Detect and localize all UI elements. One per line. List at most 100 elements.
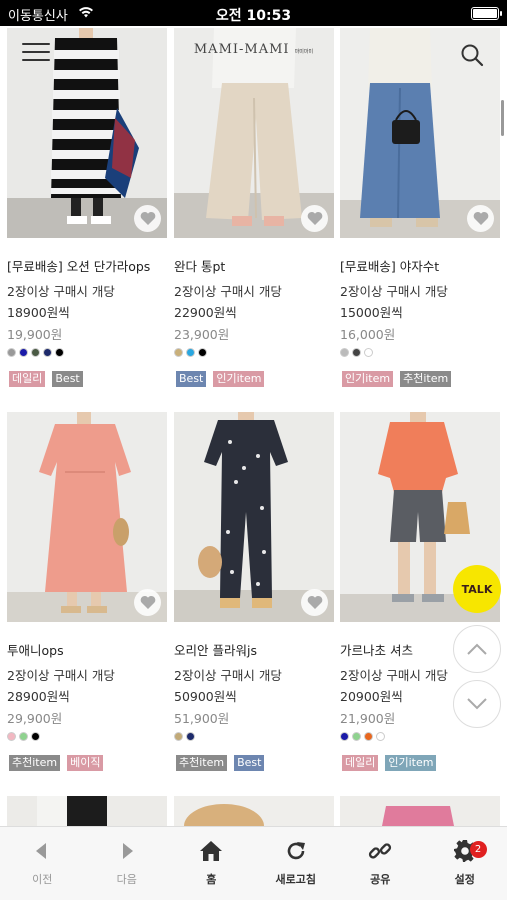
color-swatch xyxy=(364,732,373,741)
hamburger-menu-icon[interactable] xyxy=(22,43,50,67)
color-swatch xyxy=(19,732,28,741)
product-name[interactable]: 가르나초 셔츠 xyxy=(340,640,413,659)
product-price: 51,900원 xyxy=(174,711,230,726)
nav-back-label: 이전 xyxy=(32,873,53,886)
product-tag-badge: 데일리 xyxy=(342,755,379,771)
color-swatch xyxy=(174,732,183,741)
scroll-bottom-button[interactable] xyxy=(453,680,501,728)
product-tag-badge: 추천item xyxy=(400,371,452,387)
product-badges: 인기item 추천item xyxy=(342,371,452,387)
color-swatch xyxy=(186,732,195,741)
wishlist-heart-icon[interactable] xyxy=(301,589,328,616)
color-swatch xyxy=(7,348,16,357)
product-image[interactable] xyxy=(7,796,167,826)
product-promo: 2장이상 구매시 개당 xyxy=(174,284,282,299)
product-name[interactable]: 오리안 플라워js xyxy=(174,640,257,659)
refresh-icon xyxy=(287,842,305,860)
color-swatch xyxy=(174,348,183,357)
product-promo-price: 20900원씩 xyxy=(340,689,403,704)
product-image[interactable] xyxy=(7,412,167,622)
battery-icon xyxy=(471,7,502,20)
brand-logo[interactable]: MAMI-MAMI 마미마미 xyxy=(150,42,357,57)
talk-label: TALK xyxy=(461,582,493,596)
color-swatch xyxy=(340,348,349,357)
wishlist-heart-icon[interactable] xyxy=(467,205,494,232)
back-arrow-icon xyxy=(36,843,47,859)
color-swatches xyxy=(174,732,195,742)
product-name[interactable]: [무료배송] 오션 단가라ops xyxy=(7,256,150,275)
product-tag-badge: 인기item xyxy=(213,371,265,387)
scroll-indicator[interactable] xyxy=(501,100,504,136)
product-tag-badge: 추천item xyxy=(9,755,61,771)
product-image[interactable] xyxy=(340,796,500,826)
product-tag-badge: Best xyxy=(52,371,83,387)
color-swatch xyxy=(186,348,195,357)
forward-arrow-icon xyxy=(122,843,133,859)
product-price: 21,900원 xyxy=(340,711,396,726)
product-promo: 2장이상 구매시 개당 xyxy=(174,668,282,683)
color-swatch xyxy=(364,348,373,357)
product-tag-badge: 인기item xyxy=(385,755,437,771)
product-price: 16,000원 xyxy=(340,327,396,342)
wishlist-heart-icon[interactable] xyxy=(134,589,161,616)
color-swatch xyxy=(340,732,349,741)
chevron-up-icon xyxy=(467,643,487,655)
color-swatches xyxy=(174,348,207,358)
chevron-down-icon xyxy=(467,698,487,710)
product-badges: 데일리 인기item xyxy=(342,755,437,771)
color-swatch xyxy=(198,348,207,357)
product-tag-badge: Best xyxy=(176,371,207,387)
product-grid: [무료배송] 오션 단가라ops 2장이상 구매시 개당 18900원씩 19,… xyxy=(0,26,507,826)
nav-home[interactable]: 홈 xyxy=(169,827,254,900)
color-swatch xyxy=(19,348,28,357)
product-promo: 2장이상 구매시 개당 xyxy=(340,284,448,299)
product-image[interactable] xyxy=(174,796,334,826)
color-swatches xyxy=(340,348,373,358)
product-tag-badge: 인기item xyxy=(342,371,394,387)
nav-settings[interactable]: 2 설정 xyxy=(423,827,507,900)
nav-share[interactable]: 공유 xyxy=(338,827,423,900)
kakao-talk-button[interactable]: TALK xyxy=(453,565,501,613)
app-header: MAMI-MAMI 마미마미 xyxy=(0,26,507,86)
color-swatch xyxy=(352,732,361,741)
nav-refresh-label: 새로고침 xyxy=(275,873,316,886)
scroll-top-button[interactable] xyxy=(453,625,501,673)
bottom-nav: 이전 다음 홈 새로고침 공유 2 설정 xyxy=(0,826,507,900)
product-promo: 2장이상 구매시 개당 xyxy=(7,668,115,683)
share-link-icon xyxy=(369,843,392,859)
color-swatch xyxy=(376,732,385,741)
color-swatch xyxy=(55,348,64,357)
color-swatch xyxy=(352,348,361,357)
product-promo-price: 15000원씩 xyxy=(340,305,403,320)
color-swatches xyxy=(7,732,40,742)
product-badges: Best 인기item xyxy=(176,371,265,387)
brand-logo-sub: 마미마미 xyxy=(294,49,314,55)
product-badges: 추천item Best xyxy=(176,755,265,771)
color-swatch xyxy=(43,348,52,357)
color-swatch xyxy=(31,732,40,741)
product-promo-price: 18900원씩 xyxy=(7,305,70,320)
product-tag-badge: 베이직 xyxy=(67,755,104,771)
product-tag-badge: Best xyxy=(234,755,265,771)
status-time: 오전 10:53 xyxy=(215,8,292,24)
product-name[interactable]: 완다 통pt xyxy=(174,256,225,275)
product-name[interactable]: [무료배송] 야자수t xyxy=(340,256,439,275)
wishlist-heart-icon[interactable] xyxy=(134,205,161,232)
product-badges: 데일리 Best xyxy=(9,371,83,387)
brand-logo-text: MAMI-MAMI xyxy=(193,42,290,57)
product-promo-price: 22900원씩 xyxy=(174,305,237,320)
product-tag-badge: 데일리 xyxy=(9,371,46,387)
product-tag-badge: 추천item xyxy=(176,755,228,771)
wishlist-heart-icon[interactable] xyxy=(301,205,328,232)
nav-back[interactable]: 이전 xyxy=(0,827,85,900)
product-image[interactable] xyxy=(174,412,334,622)
color-swatch xyxy=(31,348,40,357)
product-price: 23,900원 xyxy=(174,327,230,342)
search-icon[interactable] xyxy=(459,42,485,68)
nav-refresh[interactable]: 새로고침 xyxy=(254,827,339,900)
color-swatches xyxy=(7,348,64,358)
nav-forward[interactable]: 다음 xyxy=(85,827,170,900)
color-swatches xyxy=(340,732,385,742)
status-bar: 이동통신사 오전 10:53 xyxy=(0,0,507,26)
product-name[interactable]: 투애니ops xyxy=(7,640,64,659)
